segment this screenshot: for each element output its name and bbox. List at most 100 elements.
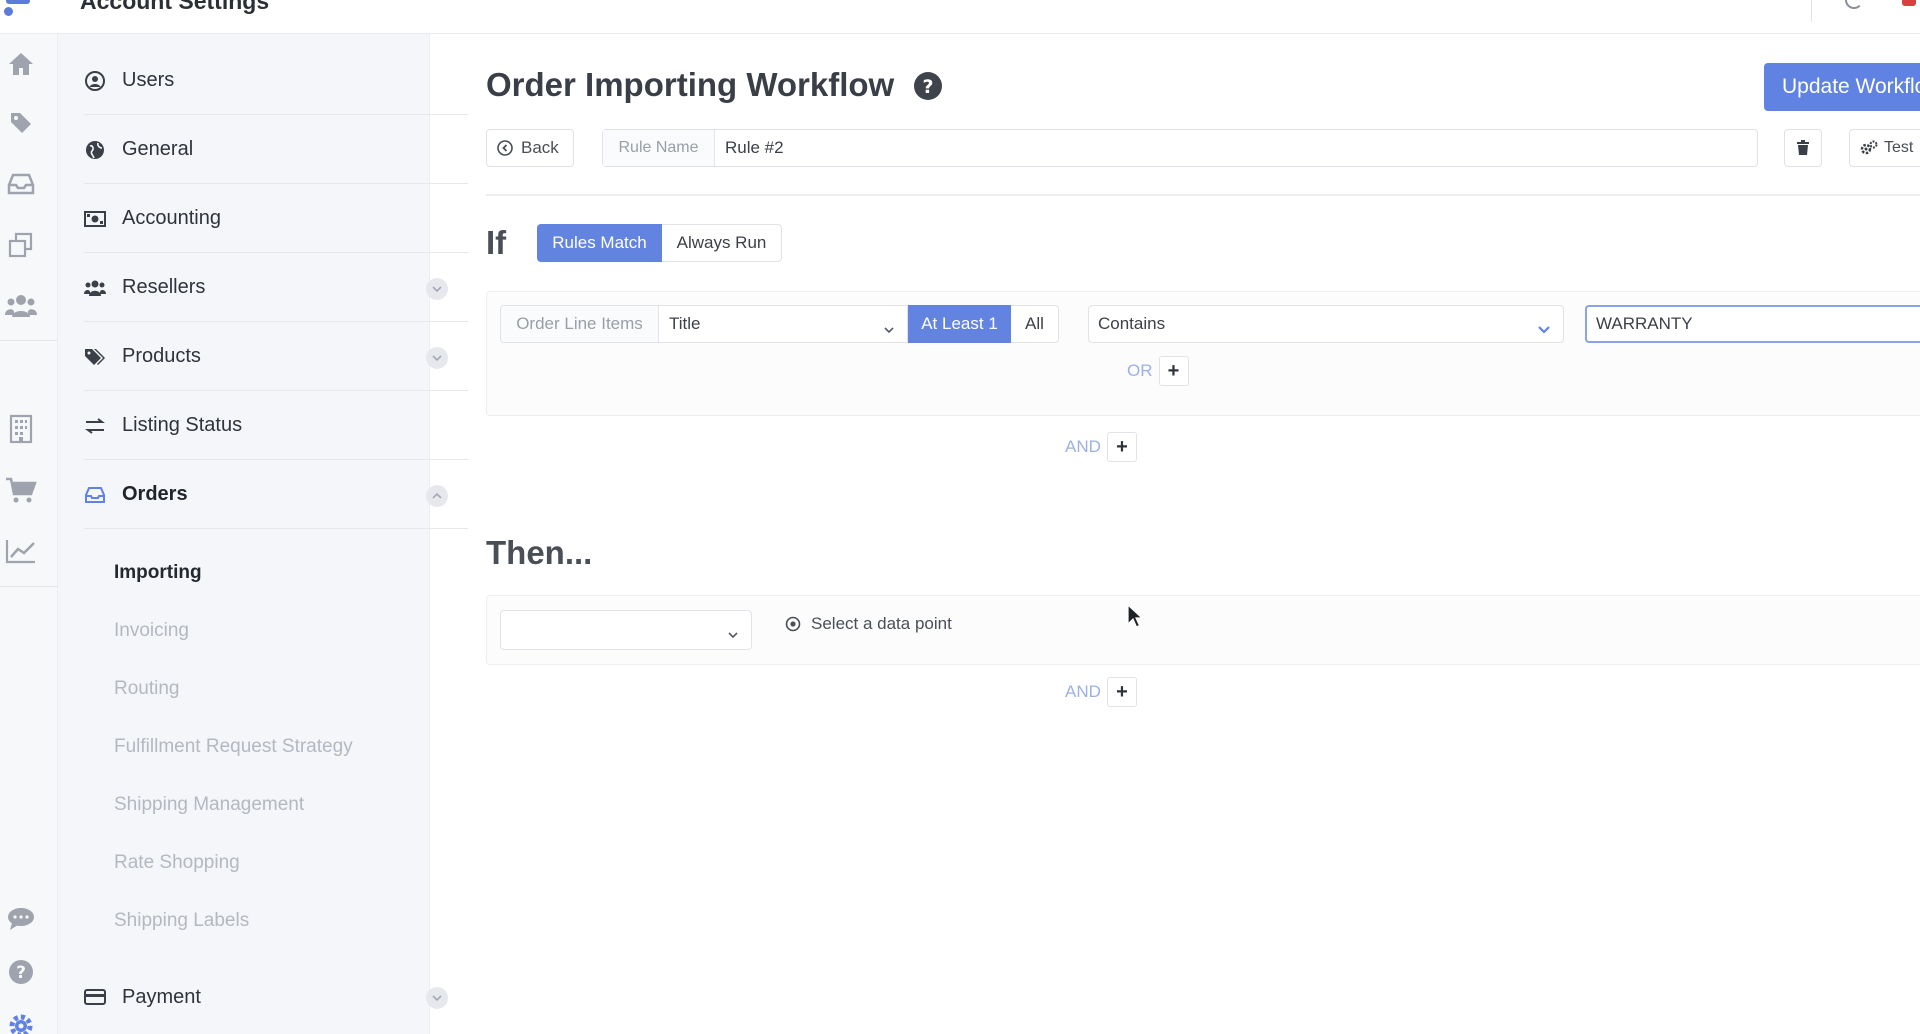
- then-and-row: AND +: [1065, 677, 1137, 707]
- settings-sidebar: Users General Accounting Resellers Produ…: [58, 34, 468, 1034]
- test-button-label: Test: [1884, 139, 1914, 156]
- sidebar-item-general[interactable]: General: [84, 116, 468, 184]
- condition-field-select[interactable]: Title: [658, 305, 908, 343]
- gear-icon[interactable]: [5, 1010, 37, 1034]
- trash-icon: [1796, 140, 1810, 156]
- svg-text:?: ?: [16, 963, 26, 983]
- and-row: AND +: [1065, 432, 1137, 462]
- then-and-label: AND: [1065, 682, 1101, 701]
- back-button-label: Back: [521, 138, 559, 157]
- sidebar-item-resellers[interactable]: Resellers: [84, 254, 468, 322]
- always-run-toggle[interactable]: Always Run: [662, 224, 782, 262]
- update-workflow-button[interactable]: Update Workflow: [1764, 63, 1920, 111]
- exchange-icon: [84, 415, 106, 437]
- sidebar-subitem-importing[interactable]: Importing: [114, 562, 202, 584]
- user-circle-icon: [84, 70, 106, 92]
- header-title: Account Settings: [80, 0, 270, 14]
- or-label: OR: [1127, 361, 1153, 380]
- condition-group: Order Line Items Title At Least 1 All Co…: [486, 291, 1920, 416]
- cart-icon[interactable]: [5, 474, 37, 506]
- rule-name-input[interactable]: [715, 130, 1757, 166]
- question-circle-icon[interactable]: ?: [913, 71, 943, 106]
- sidebar-item-listing-status[interactable]: Listing Status: [84, 392, 468, 460]
- and-label: AND: [1065, 437, 1101, 456]
- inbox-icon: [84, 484, 106, 506]
- sidebar-item-label: Listing Status: [122, 414, 243, 436]
- or-row: OR +: [1127, 356, 1189, 386]
- cogs-icon: [1860, 140, 1878, 156]
- arrow-circle-left-icon: [497, 140, 513, 156]
- chevron-down-icon: [1537, 319, 1551, 339]
- money-icon: [84, 208, 106, 230]
- back-button[interactable]: Back: [486, 129, 574, 167]
- chat-icon[interactable]: [5, 903, 37, 935]
- rail-divider: [0, 340, 58, 341]
- rules-match-toggle[interactable]: Rules Match: [537, 224, 662, 262]
- sidebar-subitem-shipping-labels[interactable]: Shipping Labels: [114, 910, 249, 932]
- condition-field-value: Title: [669, 314, 701, 333]
- sidebar-subitem-invoicing[interactable]: Invoicing: [114, 620, 189, 642]
- globe-icon: [84, 139, 106, 161]
- main-content: Order Importing Workflow ? Update Workfl…: [430, 34, 1920, 1034]
- add-or-condition-button[interactable]: +: [1158, 356, 1189, 386]
- condition-value-input[interactable]: [1585, 305, 1920, 343]
- add-and-condition-button[interactable]: +: [1106, 432, 1137, 462]
- notification-icon[interactable]: [1902, 0, 1916, 6]
- sidebar-subitem-routing[interactable]: Routing: [114, 678, 180, 700]
- all-toggle[interactable]: All: [1011, 305, 1059, 343]
- condition-operator-select[interactable]: Contains: [1088, 305, 1564, 343]
- refresh-icon[interactable]: [1845, 0, 1863, 9]
- delete-button[interactable]: [1784, 129, 1822, 167]
- rail-divider-2: [0, 586, 58, 587]
- copy-icon[interactable]: [5, 229, 37, 261]
- sidebar-item-label: Accounting: [122, 207, 221, 229]
- tag-icon[interactable]: [5, 107, 37, 139]
- users-icon: [84, 277, 106, 299]
- test-button[interactable]: Test: [1849, 129, 1920, 167]
- inbox-icon[interactable]: [5, 168, 37, 200]
- sidebar-item-orders[interactable]: Orders: [84, 461, 468, 529]
- then-heading: Then...: [486, 534, 593, 571]
- users-icon[interactable]: [5, 290, 37, 322]
- chevron-down-icon: [727, 626, 739, 644]
- tags-icon: [84, 346, 106, 368]
- divider: [486, 194, 1920, 196]
- sidebar-item-label: Users: [122, 69, 175, 91]
- action-group: Select a data point: [486, 595, 1920, 665]
- rule-name-group: Rule Name: [602, 129, 1758, 167]
- page-title: Order Importing Workflow: [486, 66, 895, 103]
- top-bar: Account Settings: [0, 0, 1920, 34]
- sidebar-item-label: Resellers: [122, 276, 206, 298]
- home-icon[interactable]: [5, 48, 37, 80]
- if-heading: If: [486, 224, 507, 261]
- logo[interactable]: [6, 0, 30, 4]
- mouse-cursor-icon: [1127, 603, 1144, 635]
- at-least-one-toggle[interactable]: At Least 1: [908, 305, 1011, 343]
- sidebar-subitem-rate-shopping[interactable]: Rate Shopping: [114, 852, 240, 874]
- add-action-button[interactable]: +: [1106, 677, 1137, 707]
- help-icon[interactable]: ?: [5, 956, 37, 988]
- header-divider: [1811, 0, 1812, 22]
- sidebar-subitem-shipping-management[interactable]: Shipping Management: [114, 794, 304, 816]
- condition-operator-value: Contains: [1098, 314, 1166, 333]
- select-data-point-link[interactable]: Select a data point: [785, 614, 952, 634]
- building-icon[interactable]: [5, 413, 37, 445]
- target-icon: [785, 616, 801, 632]
- icon-rail: ?: [0, 34, 58, 1034]
- logo-dot: [4, 7, 13, 16]
- svg-text:?: ?: [922, 76, 933, 98]
- rule-name-label: Rule Name: [603, 130, 715, 166]
- sidebar-item-label: General: [122, 138, 194, 160]
- sidebar-item-products[interactable]: Products: [84, 323, 468, 391]
- chart-icon[interactable]: [5, 535, 37, 567]
- sidebar-item-accounting[interactable]: Accounting: [84, 185, 468, 253]
- sidebar-item-label: Products: [122, 345, 201, 367]
- sidebar-item-payment[interactable]: Payment: [84, 963, 468, 1031]
- chevron-down-icon: [883, 319, 895, 339]
- action-select[interactable]: [500, 610, 752, 650]
- sidebar-subitem-fulfillment-request-strategy[interactable]: Fulfillment Request Strategy: [114, 736, 353, 758]
- select-data-point-label: Select a data point: [811, 614, 952, 633]
- credit-card-icon: [84, 986, 106, 1008]
- sidebar-item-users[interactable]: Users: [84, 47, 468, 115]
- sidebar-item-label: Payment: [122, 985, 201, 1008]
